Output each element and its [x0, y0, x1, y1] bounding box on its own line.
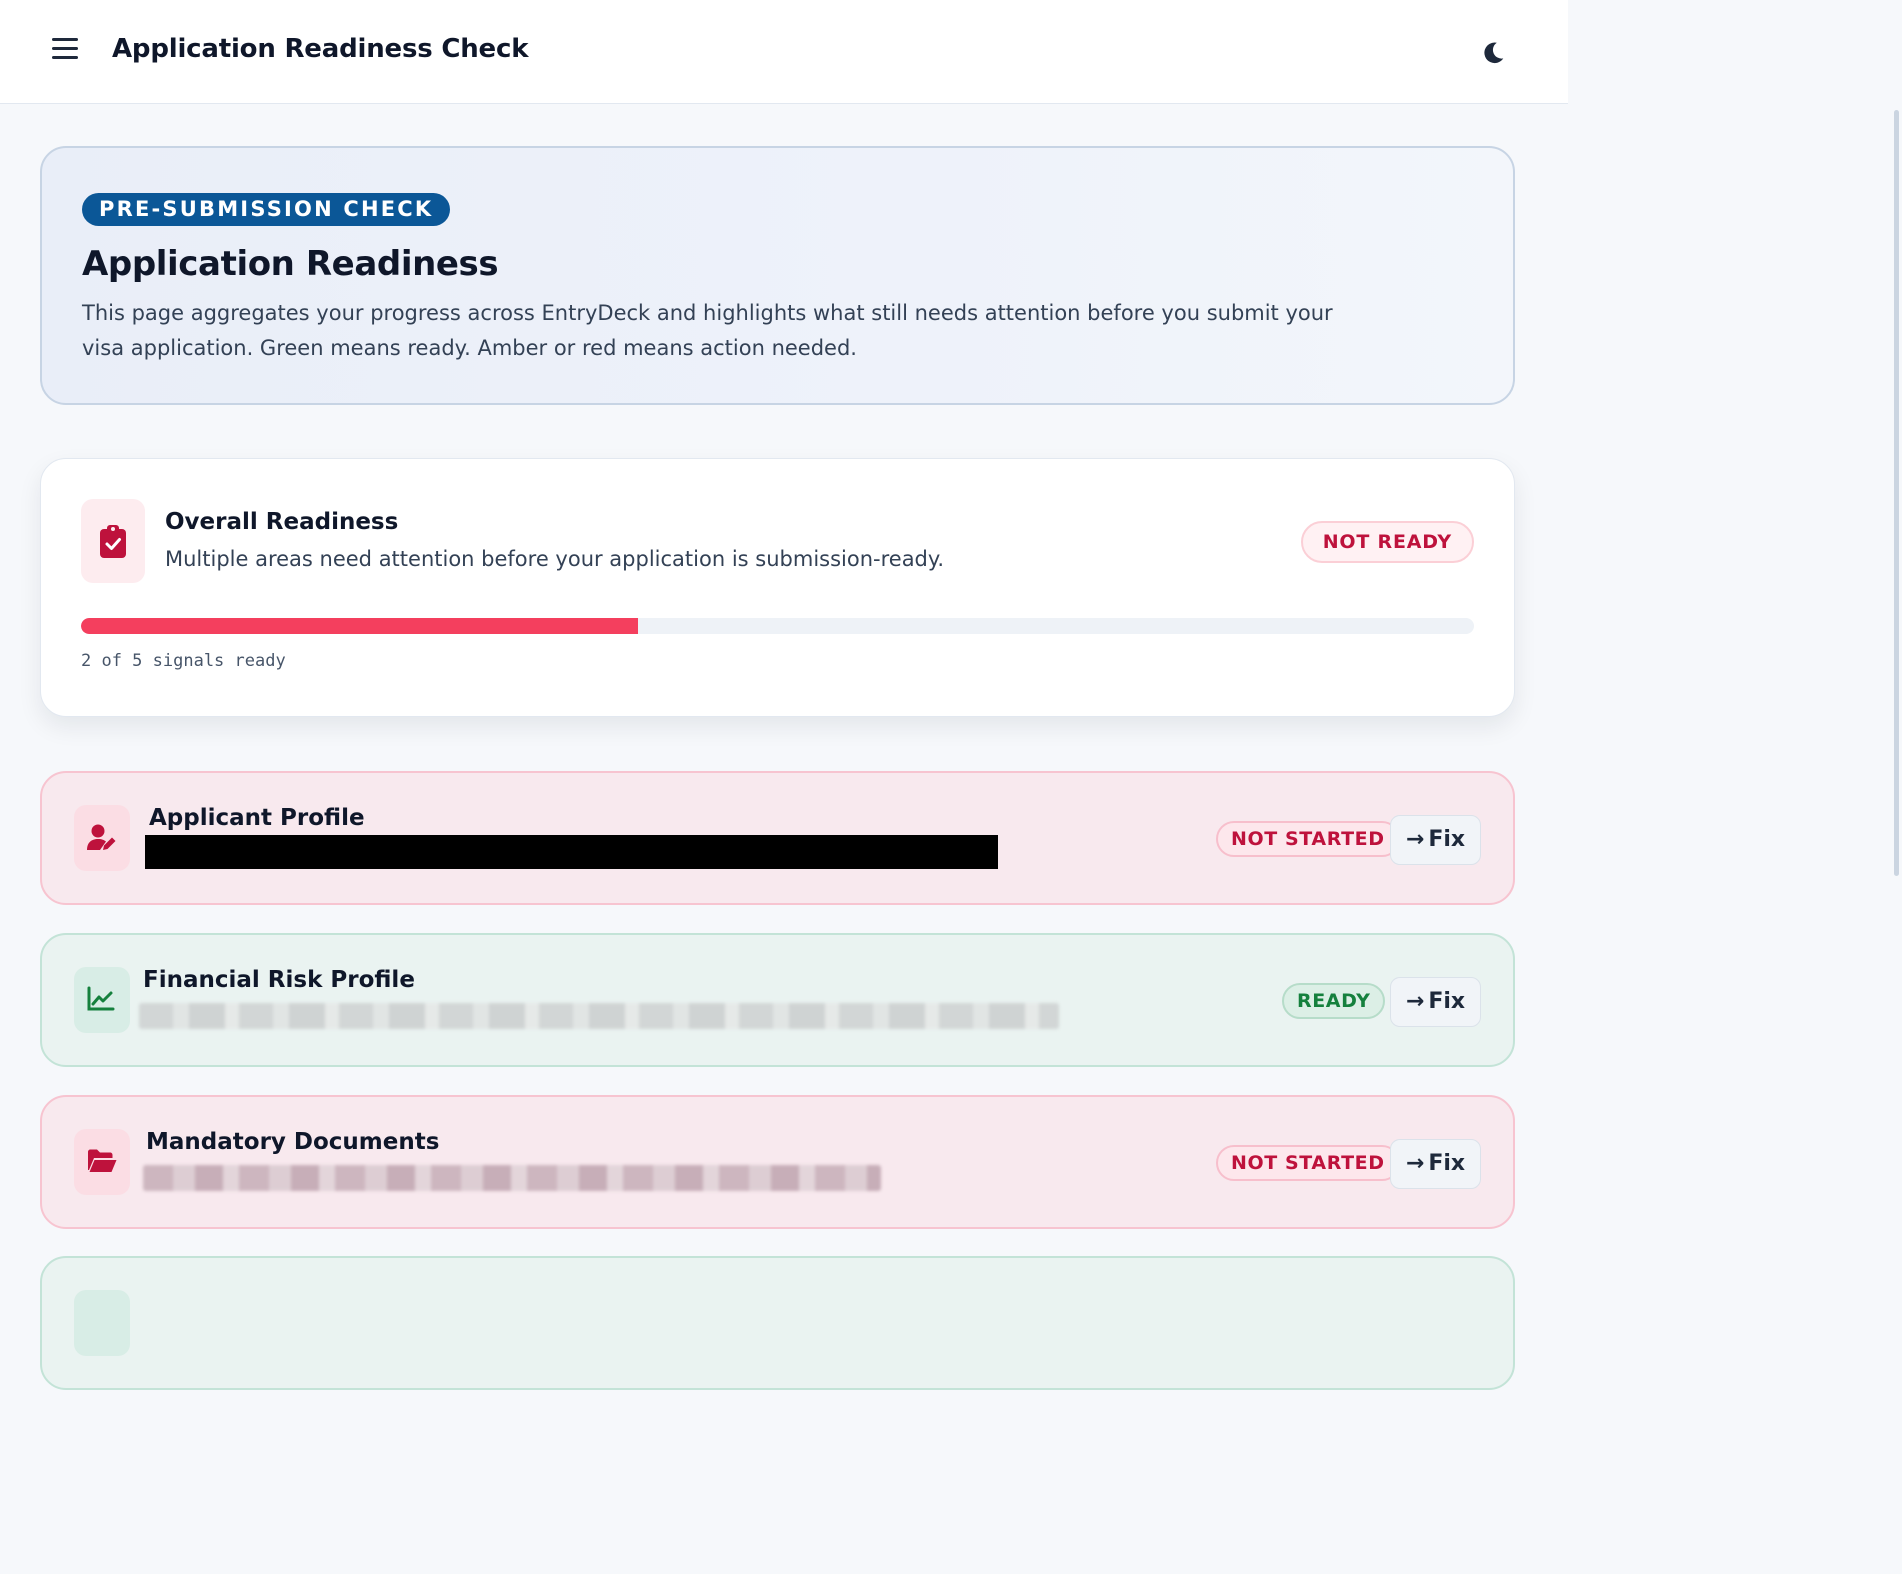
- signal-card-applicant-profile: Applicant Profile NOT STARTED → Fix: [40, 771, 1515, 905]
- redacted-description: [145, 835, 998, 869]
- overall-readiness-description: Multiple areas need attention before you…: [165, 547, 944, 571]
- fix-button-financial-risk-profile[interactable]: → Fix: [1390, 977, 1481, 1027]
- signal-icon: [74, 1290, 130, 1356]
- readiness-progress-bar: [81, 618, 1474, 634]
- fix-button-label: Fix: [1428, 1151, 1466, 1176]
- signal-status-badge: NOT STARTED: [1216, 821, 1400, 857]
- fix-button-label: Fix: [1428, 989, 1466, 1014]
- signal-status-badge: READY: [1282, 983, 1386, 1019]
- blurred-description: [139, 1003, 1059, 1029]
- fix-button-mandatory-documents[interactable]: → Fix: [1390, 1139, 1481, 1189]
- readiness-progress-fill: [81, 618, 639, 634]
- hamburger-menu-icon[interactable]: [52, 38, 80, 66]
- overall-status-badge: NOT READY: [1300, 521, 1474, 563]
- line-chart-icon: [74, 967, 130, 1033]
- scrollbar-thumb[interactable]: [1894, 110, 1899, 876]
- readiness-progress-label: 2 of 5 signals ready: [81, 651, 286, 671]
- signal-card-mandatory-documents: Mandatory Documents NOT STARTED → Fix: [40, 1095, 1515, 1229]
- signal-card-financial-risk-profile: Financial Risk Profile READY → Fix: [40, 933, 1515, 1067]
- page-title: Application Readiness: [82, 244, 499, 284]
- arrow-right-icon: →: [1405, 827, 1425, 852]
- signal-title: Financial Risk Profile: [143, 967, 415, 993]
- top-app-bar: Application Readiness Check: [0, 0, 1568, 104]
- clipboard-check-icon: [81, 499, 145, 583]
- app-title: Application Readiness Check: [112, 34, 529, 64]
- arrow-right-icon: →: [1405, 989, 1425, 1014]
- page-description: This page aggregates your progress acros…: [82, 301, 1333, 360]
- signal-card-partial: [40, 1256, 1515, 1390]
- hero-card: PRE-SUBMISSION CHECK Application Readine…: [40, 146, 1515, 405]
- blurred-description: [143, 1165, 881, 1191]
- signal-title: Mandatory Documents: [146, 1129, 440, 1155]
- signal-title: Applicant Profile: [149, 805, 365, 831]
- moon-icon[interactable]: [1480, 40, 1508, 68]
- signal-status-badge: NOT STARTED: [1216, 1145, 1400, 1181]
- arrow-right-icon: →: [1405, 1151, 1425, 1176]
- open-folder-icon: [74, 1129, 130, 1195]
- user-edit-icon: [74, 805, 130, 871]
- overall-readiness-title: Overall Readiness: [165, 509, 399, 535]
- overall-readiness-card: Overall Readiness Multiple areas need at…: [40, 458, 1515, 717]
- pre-submission-badge: PRE-SUBMISSION CHECK: [82, 193, 451, 226]
- fix-button-applicant-profile[interactable]: → Fix: [1390, 815, 1481, 865]
- fix-button-label: Fix: [1428, 827, 1466, 852]
